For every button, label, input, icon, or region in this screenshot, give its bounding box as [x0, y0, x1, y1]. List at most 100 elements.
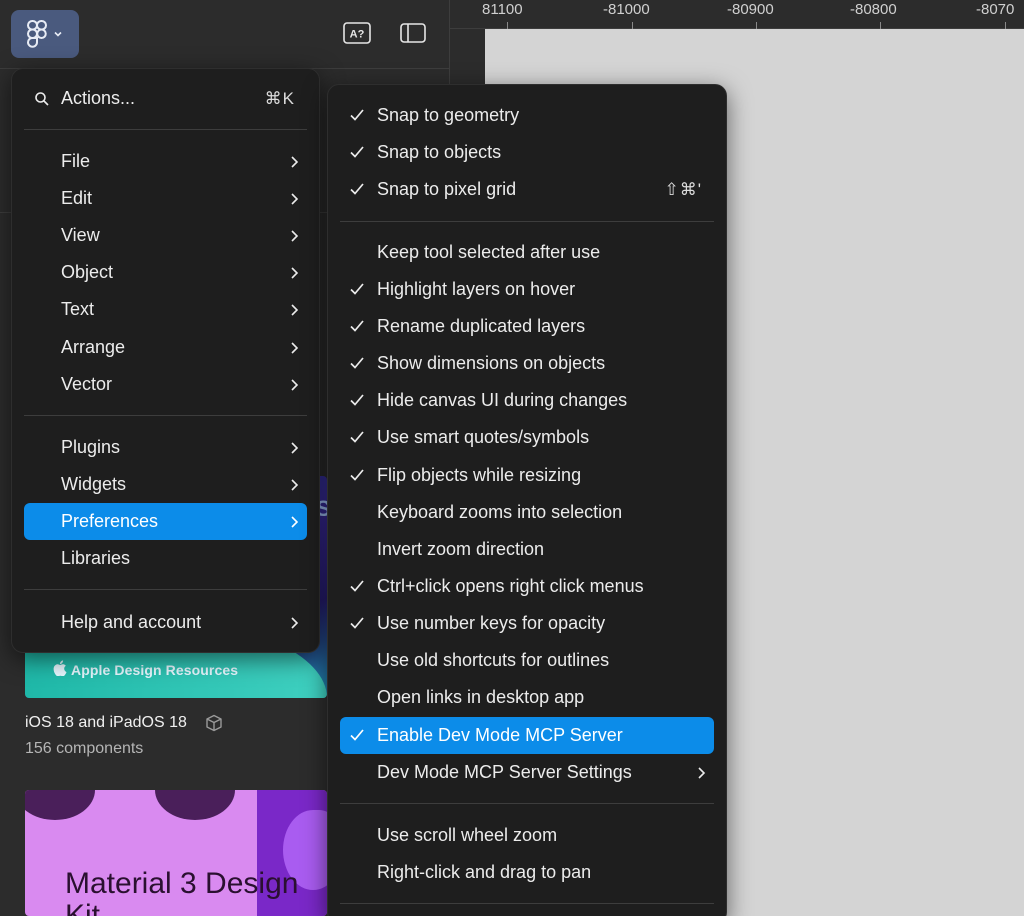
chevron-right-icon: [291, 304, 299, 316]
chevron-right-icon: [291, 516, 299, 528]
chevron-right-icon: [291, 342, 299, 354]
pref-keep-tool-selected[interactable]: Keep tool selected after use: [340, 234, 714, 271]
pref-highlight-layers-on-hover[interactable]: Highlight layers on hover: [340, 271, 714, 308]
pref-label: Use old shortcuts for outlines: [377, 650, 610, 670]
pref-shortcut: ⇧⌘': [664, 179, 702, 199]
actions-shortcut: ⌘K: [264, 88, 295, 108]
pref-enable-dev-mode-mcp[interactable]: Enable Dev Mode MCP Server: [340, 717, 714, 754]
menu-item-arrange[interactable]: Arrange: [24, 329, 307, 366]
svg-text:A?: A?: [350, 29, 365, 41]
pref-label: Keyboard zooms into selection: [377, 502, 623, 522]
check-icon: [350, 320, 364, 332]
pref-show-dimensions[interactable]: Show dimensions on objects: [340, 345, 714, 382]
pref-snap-to-geometry[interactable]: Snap to geometry: [340, 97, 714, 134]
check-icon: [350, 617, 364, 629]
pref-ctrl-click-menus[interactable]: Ctrl+click opens right click menus: [340, 568, 714, 605]
chevron-right-icon: [291, 230, 299, 242]
pref-dev-mode-mcp-settings[interactable]: Dev Mode MCP Server Settings: [340, 754, 714, 791]
card-material-scallop: [25, 790, 95, 820]
ruler-label: -80900: [727, 1, 774, 18]
apple-logo-icon: [53, 660, 67, 676]
pref-label: Use smart quotes/symbols: [377, 427, 590, 447]
menu-item-libraries[interactable]: Libraries: [24, 540, 307, 577]
pref-label: Highlight layers on hover: [377, 279, 576, 299]
ruler-tick: [880, 22, 881, 29]
card-ios-brand-label: Apple Design Resources: [71, 662, 239, 678]
chevron-right-icon: [291, 442, 299, 454]
menu-item-view[interactable]: View: [24, 217, 307, 254]
menu-item-label: File: [61, 151, 91, 171]
card-material-scallop: [155, 790, 235, 820]
ruler-tick: [632, 22, 633, 29]
pref-label: Snap to objects: [377, 142, 502, 162]
pref-label: Show dimensions on objects: [377, 353, 606, 373]
menu-separator: [24, 589, 307, 590]
chevron-right-icon: [291, 193, 299, 205]
pref-label: Open links in desktop app: [377, 687, 585, 707]
pref-rename-duplicated-layers[interactable]: Rename duplicated layers: [340, 308, 714, 345]
pref-label: Keep tool selected after use: [377, 242, 601, 262]
menu-separator: [340, 221, 714, 222]
menu-separator: [24, 415, 307, 416]
ruler-label: -8070: [976, 1, 1015, 18]
sidebar-toggle-icon[interactable]: [399, 22, 427, 44]
check-icon: [350, 469, 364, 481]
menu-separator: [340, 903, 714, 904]
menu-item-vector[interactable]: Vector: [24, 366, 307, 403]
pref-scroll-wheel-zoom[interactable]: Use scroll wheel zoom: [340, 817, 714, 854]
menu-item-help-and-account[interactable]: Help and account: [24, 604, 307, 641]
text-style-icon[interactable]: A?: [343, 22, 371, 44]
actions-search[interactable]: Actions... ⌘K: [24, 80, 307, 117]
pref-open-links-desktop[interactable]: Open links in desktop app: [340, 679, 714, 716]
check-icon: [350, 729, 364, 741]
pref-label: Hide canvas UI during changes: [377, 390, 628, 410]
ruler-tick: [507, 22, 508, 29]
pref-label: Snap to geometry: [377, 105, 520, 125]
library-card-material[interactable]: Material 3 Design Kit: [25, 790, 327, 916]
check-icon: [350, 394, 364, 406]
menu-item-label: Preferences: [61, 511, 159, 531]
library-card-ios-subtitle: 156 components: [25, 740, 144, 757]
pref-label: Use number keys for opacity: [377, 613, 606, 633]
pref-number-keys-opacity[interactable]: Use number keys for opacity: [340, 605, 714, 642]
preferences-submenu: Snap to geometry Snap to objects Snap to…: [327, 84, 727, 916]
menu-item-label: Plugins: [61, 437, 121, 457]
menu-item-file[interactable]: File: [24, 143, 307, 180]
check-icon: [350, 580, 364, 592]
menu-item-label: Edit: [61, 188, 93, 208]
check-icon: [350, 109, 364, 121]
pref-snap-to-pixel-grid[interactable]: Snap to pixel grid ⇧⌘': [340, 171, 714, 208]
main-menu-button[interactable]: [11, 10, 79, 58]
pref-right-click-drag-pan[interactable]: Right-click and drag to pan: [340, 854, 714, 891]
menu-item-widgets[interactable]: Widgets: [24, 466, 307, 503]
chevron-right-icon: [698, 767, 706, 779]
pref-smart-quotes[interactable]: Use smart quotes/symbols: [340, 419, 714, 456]
menu-item-label: Text: [61, 299, 95, 319]
search-icon: [35, 92, 49, 106]
menu-item-label: Arrange: [61, 337, 126, 357]
pref-label: Flip objects while resizing: [377, 465, 582, 485]
actions-label: Actions...: [61, 88, 136, 108]
chevron-right-icon: [291, 617, 299, 629]
pref-hide-canvas-ui[interactable]: Hide canvas UI during changes: [340, 382, 714, 419]
chevron-right-icon: [291, 379, 299, 391]
pref-snap-to-objects[interactable]: Snap to objects: [340, 134, 714, 171]
menu-item-text[interactable]: Text: [24, 291, 307, 328]
pref-invert-zoom[interactable]: Invert zoom direction: [340, 531, 714, 568]
pref-flip-objects[interactable]: Flip objects while resizing: [340, 457, 714, 494]
pref-keyboard-zooms[interactable]: Keyboard zooms into selection: [340, 494, 714, 531]
pref-label: Rename duplicated layers: [377, 316, 586, 336]
menu-item-edit[interactable]: Edit: [24, 180, 307, 217]
pref-label: Ctrl+click opens right click menus: [377, 576, 644, 596]
menu-separator: [340, 803, 714, 804]
menu-item-label: Vector: [61, 374, 113, 394]
pref-old-shortcuts-outlines[interactable]: Use old shortcuts for outlines: [340, 642, 714, 679]
check-icon: [350, 283, 364, 295]
pref-label: Enable Dev Mode MCP Server: [377, 725, 623, 745]
menu-item-plugins[interactable]: Plugins: [24, 429, 307, 466]
check-icon: [350, 146, 364, 158]
menu-item-object[interactable]: Object: [24, 254, 307, 291]
horizontal-ruler: 81100 -81000 -80900 -80800 -8070: [450, 0, 1024, 29]
menu-item-preferences[interactable]: Preferences: [24, 503, 307, 540]
chevron-right-icon: [291, 156, 299, 168]
